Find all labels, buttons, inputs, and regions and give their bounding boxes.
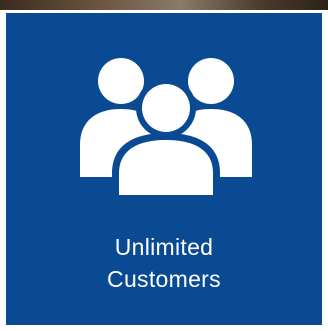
users-group-icon [76, 49, 256, 199]
feature-tile: Unlimited Customers [6, 13, 322, 325]
caption-line-1: Unlimited [114, 234, 214, 260]
top-image-strip [0, 0, 328, 10]
caption-line-2: Customers [107, 266, 221, 292]
tile-caption: Unlimited Customers [6, 231, 322, 295]
